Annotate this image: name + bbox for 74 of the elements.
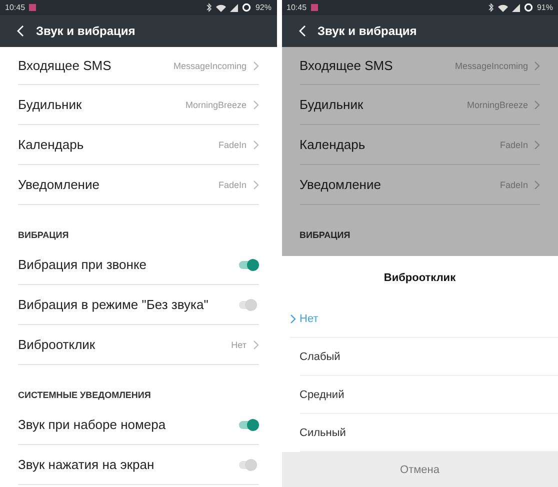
section-header: СИСТЕМНЫЕ УВЕДОМЛЕНИЯ xyxy=(18,390,151,400)
bluetooth-icon xyxy=(488,3,494,12)
setting-value: FadeIn xyxy=(500,180,528,190)
section-header: ВИБРАЦИЯ xyxy=(300,230,350,240)
toggle-switch[interactable] xyxy=(238,460,256,468)
wifi-icon xyxy=(216,4,226,12)
battery-ring-icon xyxy=(524,3,533,12)
toggle-switch[interactable] xyxy=(238,260,256,268)
notification-icon xyxy=(310,4,318,11)
settings-row[interactable]: Уведомление FadeIn xyxy=(18,165,258,205)
setting-value: Нет xyxy=(231,340,246,350)
settings-row[interactable]: Будильник MorningBreeze xyxy=(18,85,258,125)
status-time: 10:45 xyxy=(286,3,307,12)
notification-icon xyxy=(29,4,36,11)
battery-level: 92% xyxy=(255,3,272,12)
screen-title: Звук и вибрация xyxy=(318,24,417,38)
back-icon[interactable] xyxy=(298,25,306,37)
settings-row[interactable]: Звук при наборе номера xyxy=(18,405,258,445)
chevron-icon xyxy=(252,340,258,350)
chevron-icon xyxy=(252,140,258,150)
settings-row[interactable]: Вибрация при звонке xyxy=(18,245,258,285)
setting-label: Звук нажатия на экран xyxy=(18,457,156,472)
back-icon[interactable] xyxy=(17,25,24,37)
settings-row[interactable]: Будильник MorningBreeze xyxy=(300,85,540,125)
chevron-icon xyxy=(534,60,540,70)
section-header: ВИБРАЦИЯ xyxy=(18,230,69,240)
setting-value: MorningBreeze xyxy=(466,100,528,110)
setting-value: FadeIn xyxy=(218,180,246,190)
chevron-icon xyxy=(534,180,540,190)
status-time: 10:45 xyxy=(5,3,26,12)
setting-label: Уведомление xyxy=(300,177,382,192)
signal-icon xyxy=(512,4,520,12)
setting-label: Входящее SMS xyxy=(18,58,112,73)
settings-row[interactable]: Входящее SMS MessageIncoming xyxy=(300,47,540,85)
settings-row[interactable]: Виброотклик Нет xyxy=(18,325,258,365)
setting-value: MessageIncoming xyxy=(454,60,528,70)
signal-icon xyxy=(230,4,238,12)
wifi-icon xyxy=(498,4,508,12)
settings-row[interactable]: Календарь FadeIn xyxy=(18,125,258,165)
toggle-switch[interactable] xyxy=(238,420,256,428)
setting-label: Уведомление xyxy=(18,177,100,192)
setting-value: MorningBreeze xyxy=(185,100,246,110)
chevron-icon xyxy=(534,100,540,110)
sheet-option[interactable]: Средний xyxy=(300,376,558,414)
setting-label: Календарь xyxy=(300,137,366,152)
settings-row[interactable]: Звук нажатия на экран xyxy=(18,445,258,485)
sheet-title: Виброотклик xyxy=(382,271,457,286)
setting-label: Звук при наборе номера xyxy=(18,417,167,432)
chevron-icon xyxy=(252,100,258,110)
settings-row[interactable]: Входящее SMS MessageIncoming xyxy=(18,47,258,85)
settings-row[interactable]: Календарь FadeIn xyxy=(300,125,540,165)
setting-value: FadeIn xyxy=(218,140,246,150)
chevron-icon xyxy=(290,314,296,324)
toggle-switch[interactable] xyxy=(238,300,256,308)
chevron-icon xyxy=(252,60,258,70)
settings-row[interactable]: Уведомление FadeIn xyxy=(300,165,540,205)
setting-value: FadeIn xyxy=(500,140,528,150)
setting-label: Календарь xyxy=(18,137,85,152)
setting-label: Виброотклик xyxy=(18,337,96,352)
battery-ring-icon xyxy=(242,3,252,12)
settings-row[interactable]: Вибрация в режиме "Без звука" xyxy=(18,285,258,325)
battery-level: 91% xyxy=(536,3,553,12)
setting-label: Вибрация при звонке xyxy=(18,257,148,272)
setting-value: MessageIncoming xyxy=(173,60,246,70)
setting-label: Входящее SMS xyxy=(300,58,394,73)
setting-label: Будильник xyxy=(18,97,83,112)
cancel-button[interactable]: Отмена xyxy=(282,452,558,487)
setting-label: Будильник xyxy=(300,97,364,112)
chevron-icon xyxy=(534,140,540,150)
sheet-option[interactable]: Слабый xyxy=(300,338,558,376)
setting-label: Вибрация в режиме "Без звука" xyxy=(18,297,210,312)
bluetooth-icon xyxy=(206,3,212,12)
screen-title: Звук и вибрация xyxy=(36,24,136,38)
chevron-icon xyxy=(252,180,258,190)
